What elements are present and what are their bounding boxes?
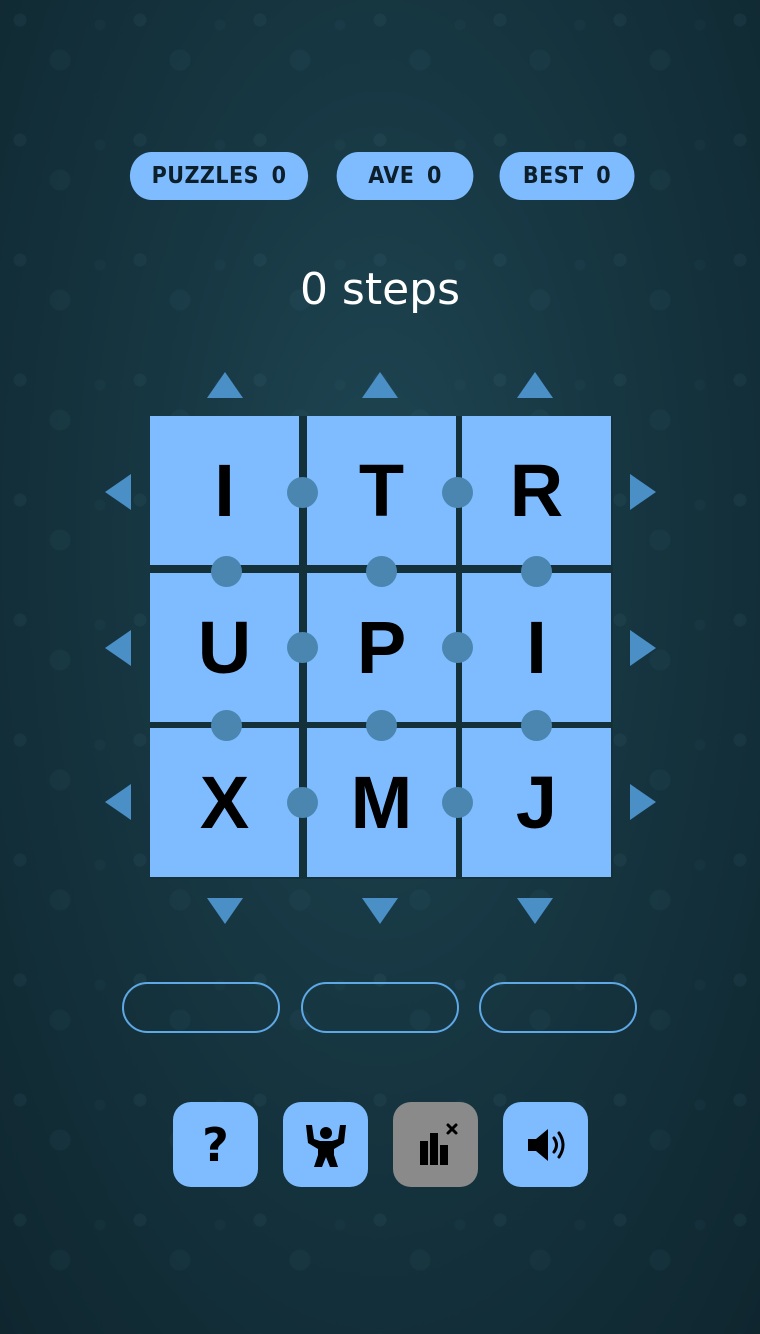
tile-r2c3[interactable]: I <box>462 573 611 722</box>
row-3-left-arrow[interactable] <box>105 784 131 820</box>
row-1-left-arrow[interactable] <box>105 474 131 510</box>
tile-r3c3[interactable]: J <box>462 728 611 877</box>
connector-dot <box>366 710 397 741</box>
puzzles-label: PUZZLES <box>151 163 259 189</box>
bar-chart-x-icon <box>419 1123 457 1165</box>
connector-dot <box>287 787 318 818</box>
speaker-volume-icon <box>527 1128 564 1161</box>
connector-dot <box>211 556 242 587</box>
connector-dot <box>287 477 318 508</box>
question-mark-icon: ? <box>202 1117 229 1172</box>
tile-r2c1[interactable]: U <box>150 573 299 722</box>
sound-button[interactable] <box>503 1102 588 1187</box>
strength-button[interactable] <box>283 1102 368 1187</box>
row-2-right-arrow[interactable] <box>630 630 656 666</box>
column-2-up-arrow[interactable] <box>362 372 398 398</box>
row-2-left-arrow[interactable] <box>105 630 131 666</box>
tile-r1c2[interactable]: T <box>307 416 456 565</box>
answer-slot-1 <box>122 982 280 1033</box>
steps-counter: 0 steps <box>299 264 461 315</box>
puzzles-value: 0 <box>271 163 287 189</box>
row-1-right-arrow[interactable] <box>630 474 656 510</box>
connector-dot <box>521 710 552 741</box>
tile-r3c2[interactable]: M <box>307 728 456 877</box>
column-3-up-arrow[interactable] <box>517 372 553 398</box>
tile-r3c1[interactable]: X <box>150 728 299 877</box>
best-value: 0 <box>596 163 612 189</box>
help-button[interactable]: ? <box>173 1102 258 1187</box>
tile-r2c2[interactable]: P <box>307 573 456 722</box>
connector-dot <box>442 787 473 818</box>
column-1-down-arrow[interactable] <box>207 898 243 924</box>
ave-value: 0 <box>426 163 442 189</box>
connector-dot <box>521 556 552 587</box>
best-stat: BEST 0 <box>499 152 635 200</box>
best-label: BEST <box>522 163 584 189</box>
answer-slot-2 <box>301 982 459 1033</box>
column-2-down-arrow[interactable] <box>362 898 398 924</box>
letter-board: I T R U P I X M J <box>150 416 613 879</box>
average-stat: AVE 0 <box>336 152 474 200</box>
strongman-icon <box>305 1124 346 1167</box>
connector-dot <box>287 632 318 663</box>
tile-r1c1[interactable]: I <box>150 416 299 565</box>
row-3-right-arrow[interactable] <box>630 784 656 820</box>
connector-dot <box>442 632 473 663</box>
column-1-up-arrow[interactable] <box>207 372 243 398</box>
connector-dot <box>442 477 473 508</box>
tile-r1c3[interactable]: R <box>462 416 611 565</box>
connector-dot <box>366 556 397 587</box>
stats-button[interactable] <box>393 1102 478 1187</box>
puzzles-stat: PUZZLES 0 <box>129 152 309 200</box>
connector-dot <box>211 710 242 741</box>
answer-slot-3 <box>479 982 637 1033</box>
column-3-down-arrow[interactable] <box>517 898 553 924</box>
ave-label: AVE <box>368 163 415 189</box>
